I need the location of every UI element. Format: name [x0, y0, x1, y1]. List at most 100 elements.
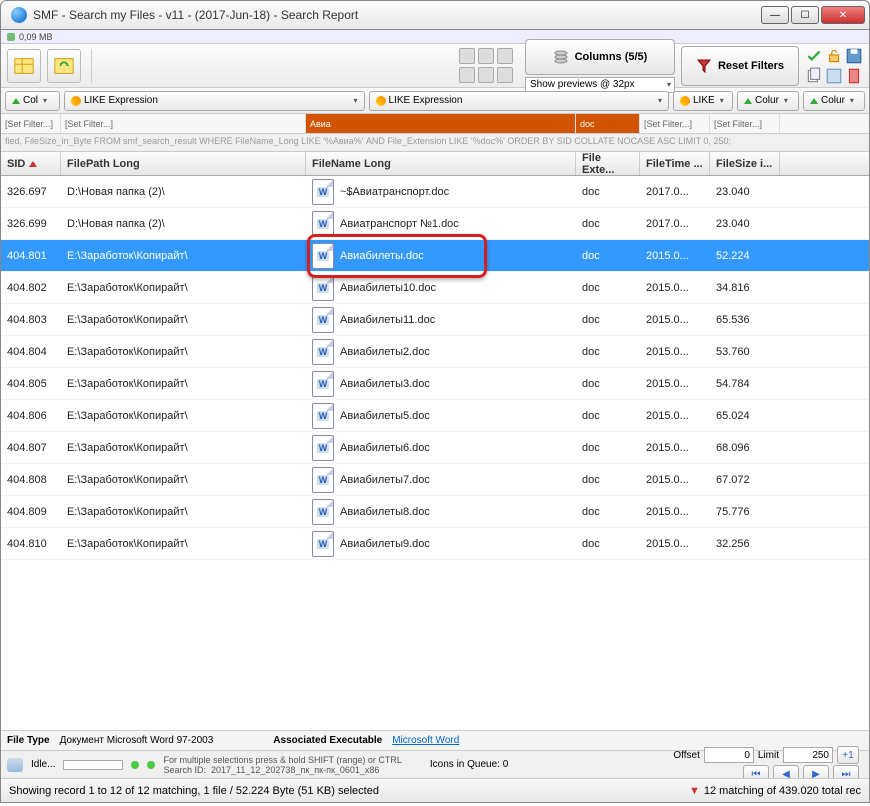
check-icon[interactable]: [805, 47, 823, 65]
offset-input[interactable]: [704, 747, 754, 763]
searchid-value: 2017_11_12_202738_пк_пк-пк_0601_x86: [211, 765, 379, 775]
plus1-button[interactable]: +1: [837, 746, 859, 764]
th-ext[interactable]: File Exte...: [576, 152, 640, 175]
filter-like[interactable]: LIKE▾: [673, 91, 733, 111]
cell-name: WАвиабилеты11.doc: [306, 307, 576, 333]
window-body: 0,09 MB Columns (5/5) Show previews @ 32…: [0, 30, 870, 803]
progress-bar: [63, 760, 123, 770]
window-title: SMF - Search my Files - v11 - (2017-Jun-…: [33, 8, 759, 22]
table-body: 326.697D:\Новая папка (2)\W~$Авиатранспо…: [1, 176, 869, 730]
right-icon-group: [805, 47, 863, 85]
maximize-button[interactable]: ☐: [791, 6, 819, 24]
hint-text: For multiple selections press & hold SHI…: [163, 755, 401, 765]
table-row[interactable]: 404.801E:\Заработок\Копирайт\WАвиабилеты…: [1, 240, 869, 272]
memory-label: 0,09 MB: [19, 32, 53, 42]
table-row[interactable]: 404.807E:\Заработок\Копирайт\WАвиабилеты…: [1, 432, 869, 464]
table-row[interactable]: 404.809E:\Заработок\Копирайт\WАвиабилеты…: [1, 496, 869, 528]
th-sid[interactable]: SID: [1, 152, 61, 175]
limit-input[interactable]: [783, 747, 833, 763]
table-row[interactable]: 326.697D:\Новая папка (2)\W~$Авиатранспо…: [1, 176, 869, 208]
filter-color-2[interactable]: Colur▾: [803, 91, 865, 111]
copy2-icon[interactable]: [805, 67, 823, 85]
copy-icon[interactable]: [459, 67, 475, 83]
assoc-link[interactable]: Microsoft Word: [392, 735, 459, 746]
table-row[interactable]: 404.806E:\Заработок\Копирайт\WАвиабилеты…: [1, 400, 869, 432]
filter-row: Col▾ LIKE Expression▾ LIKE Expression▾ L…: [1, 88, 869, 114]
pin-icon[interactable]: [497, 48, 513, 64]
titlebar[interactable]: SMF - Search my Files - v11 - (2017-Jun-…: [0, 0, 870, 30]
cell-time: 2015.0...: [640, 314, 710, 326]
footer-bar: Showing record 1 to 12 of 12 matching, 1…: [1, 778, 869, 802]
status-bar: Idle... For multiple selections press & …: [1, 750, 869, 778]
refresh-icon-button[interactable]: [47, 49, 81, 83]
cell-size: 23.040: [710, 218, 780, 230]
setfilter-sid[interactable]: [Set Filter...]: [1, 114, 61, 133]
cell-ext: doc: [576, 250, 640, 262]
delete-icon[interactable]: [845, 67, 863, 85]
table-icon-button[interactable]: [7, 49, 41, 83]
cell-size: 53.760: [710, 346, 780, 358]
cell-name: WАвиабилеты2.doc: [306, 339, 576, 365]
cell-size: 34.816: [710, 282, 780, 294]
doc-icon: W: [312, 179, 334, 205]
setfilter-time[interactable]: [Set Filter...]: [640, 114, 710, 133]
cell-size: 68.096: [710, 442, 780, 454]
grid-icon[interactable]: [459, 48, 475, 64]
cell-path: D:\Новая папка (2)\: [61, 218, 306, 230]
filter-color-1[interactable]: Colur▾: [737, 91, 799, 111]
columns-button[interactable]: Columns (5/5): [525, 39, 675, 75]
cell-path: D:\Новая папка (2)\: [61, 186, 306, 198]
setfilter-name[interactable]: Авиа: [306, 114, 576, 133]
setfilter-ext[interactable]: doc: [576, 114, 640, 133]
export-icon[interactable]: [825, 67, 843, 85]
status-dot-2: [147, 761, 155, 769]
cell-sid: 326.697: [1, 186, 61, 198]
th-size[interactable]: FileSize i...: [710, 152, 780, 175]
cell-name: WАвиабилеты6.doc: [306, 435, 576, 461]
close-button[interactable]: ✕: [821, 6, 865, 24]
cell-ext: doc: [576, 186, 640, 198]
status-dot-1: [131, 761, 139, 769]
gear-icon[interactable]: [497, 67, 513, 83]
table-row[interactable]: 404.808E:\Заработок\Копирайт\WАвиабилеты…: [1, 464, 869, 496]
doc-icon: W: [312, 435, 334, 461]
cell-ext: doc: [576, 474, 640, 486]
th-time[interactable]: FileTime ...: [640, 152, 710, 175]
cell-path: E:\Заработок\Копирайт\: [61, 282, 306, 294]
cell-size: 65.024: [710, 410, 780, 422]
cell-name: WАвиабилеты3.doc: [306, 371, 576, 397]
setfilter-size[interactable]: [Set Filter...]: [710, 114, 780, 133]
setfilter-path[interactable]: [Set Filter...]: [61, 114, 306, 133]
doc-icon: W: [312, 339, 334, 365]
app-icon: [11, 7, 27, 23]
th-name[interactable]: FileName Long: [306, 152, 576, 175]
cell-ext: doc: [576, 314, 640, 326]
cell-path: E:\Заработок\Копирайт\: [61, 346, 306, 358]
footer-left: Showing record 1 to 12 of 12 matching, 1…: [9, 785, 379, 797]
minimize-button[interactable]: —: [761, 6, 789, 24]
list-icon[interactable]: [478, 48, 494, 64]
table-row[interactable]: 404.803E:\Заработок\Копирайт\WАвиабилеты…: [1, 304, 869, 336]
doc-icon: W: [312, 275, 334, 301]
table-row[interactable]: 404.805E:\Заработок\Копирайт\WАвиабилеты…: [1, 368, 869, 400]
columns-label: Columns (5/5): [575, 51, 648, 63]
cell-name: WАвиабилеты9.doc: [306, 531, 576, 557]
filter-like-expr-2[interactable]: LIKE Expression▾: [369, 91, 670, 111]
cell-path: E:\Заработок\Копирайт\: [61, 506, 306, 518]
table-row[interactable]: 404.810E:\Заработок\Копирайт\WАвиабилеты…: [1, 528, 869, 560]
cell-sid: 404.808: [1, 474, 61, 486]
unlock-icon[interactable]: [825, 47, 843, 65]
filter-col[interactable]: Col▾: [5, 91, 60, 111]
cell-ext: doc: [576, 346, 640, 358]
table-row[interactable]: 326.699D:\Новая папка (2)\WАвиатранспорт…: [1, 208, 869, 240]
table-row[interactable]: 404.802E:\Заработок\Копирайт\WАвиабилеты…: [1, 272, 869, 304]
th-path[interactable]: FilePath Long: [61, 152, 306, 175]
assoc-label: Associated Executable: [273, 735, 382, 746]
table-row[interactable]: 404.804E:\Заработок\Копирайт\WАвиабилеты…: [1, 336, 869, 368]
cell-sid: 404.804: [1, 346, 61, 358]
save-icon[interactable]: [845, 47, 863, 65]
filter-like-expr-1[interactable]: LIKE Expression▾: [64, 91, 365, 111]
small-icon-group: [459, 48, 519, 83]
reset-filters-button[interactable]: Reset Filters: [681, 46, 799, 86]
paste-icon[interactable]: [478, 67, 494, 83]
